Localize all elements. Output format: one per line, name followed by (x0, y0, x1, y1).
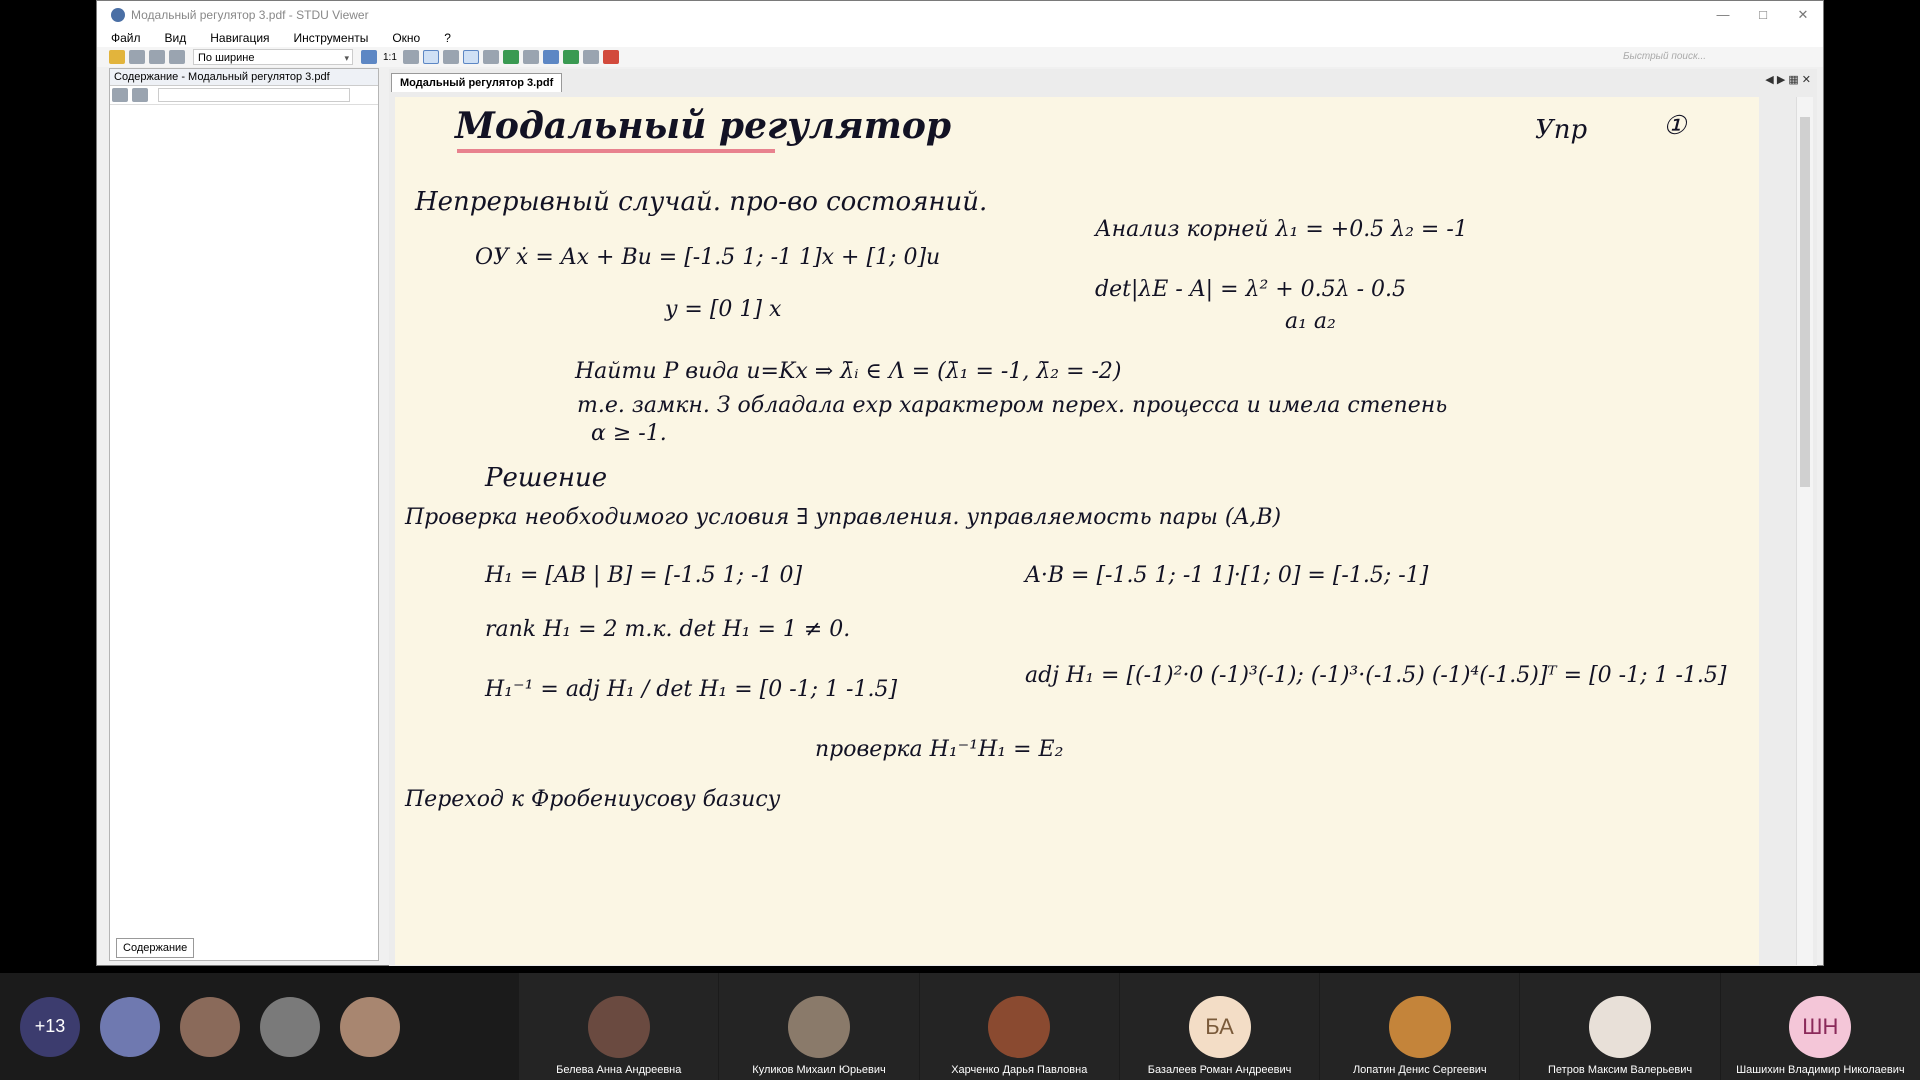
check-statement: проверка H₁⁻¹H₁ = E₂ (815, 737, 1064, 762)
bookmark-icon[interactable] (602, 50, 619, 64)
toolbar: По ширине 1:1 Быстрый поиск... (97, 47, 1823, 67)
window-title: Модальный регулятор 3.pdf - STDU Viewer (131, 7, 369, 22)
more-participants-button[interactable]: +13 (20, 996, 80, 1057)
participant-name: Лопатин Денис Сергеевич (1352, 1064, 1487, 1076)
section-1-1: Непрерывный случай. про-во состояний. (415, 187, 988, 217)
menu-tools[interactable]: Инструменты (280, 31, 379, 45)
task-statement-2: т.е. замкн. З обладала exp характером пе… (577, 393, 1448, 418)
hand-tool-icon[interactable] (462, 50, 479, 64)
characteristic-poly: det|λE - A| = λ² + 0.5λ - 0.5 (1095, 277, 1407, 302)
video-call-strip: +13 Белева Анна Андреевна Куликов Михаил… (0, 973, 1920, 1080)
step-1-heading: Проверка необходимого условия ∃ управлен… (405, 505, 1282, 530)
document-nav[interactable]: ◀ ▶ ▦ ✕ (1765, 73, 1811, 86)
contents-panel: Содержание - Модальный регулятор 3.pdf С… (109, 68, 379, 961)
task-statement-3: α ≥ -1. (591, 421, 667, 446)
open-folder-icon[interactable] (109, 50, 125, 64)
select-text-icon[interactable] (482, 50, 499, 64)
participant-name: Базалеев Роман Андреевич (1147, 1064, 1292, 1076)
menu-file[interactable]: Файл (97, 31, 151, 45)
app-icon (111, 7, 125, 22)
title-bar: Модальный регулятор 3.pdf - STDU Viewer … (97, 1, 1823, 28)
page-number: ① (1663, 111, 1687, 141)
participant-name: Куликов Михаил Юрьевич (752, 1064, 886, 1076)
page-prev-icon[interactable] (149, 50, 165, 64)
document-tab[interactable]: Модальный регулятор 3.pdf (391, 73, 563, 92)
find-icon[interactable] (542, 50, 559, 64)
quick-search-input[interactable]: Быстрый поиск... (1619, 49, 1763, 65)
avatar (788, 995, 850, 1058)
menu-bar: Файл Вид Навигация Инструменты Окно ? (97, 28, 1823, 47)
rotate-icon[interactable] (522, 50, 539, 64)
step-2-heading: Переход к Фробениусову базису (405, 787, 781, 812)
ab-product: A·B = [-1.5 1; -1 1]·[1; 0] = [-1.5; -1] (1025, 563, 1429, 588)
expand-icon[interactable] (112, 88, 128, 102)
desktop: Модальный регулятор 3.pdf - STDU Viewer … (0, 0, 1920, 1080)
vertical-scrollbar[interactable] (1796, 97, 1813, 965)
stdu-viewer-window: Модальный регулятор 3.pdf - STDU Viewer … (96, 0, 1824, 966)
menu-view[interactable]: Вид (151, 31, 197, 45)
minimize-icon[interactable]: — (1703, 1, 1743, 28)
maximize-icon[interactable]: □ (1743, 1, 1783, 28)
tab-contents[interactable]: Содержание (116, 938, 195, 958)
avatar-initials: ШН (1789, 995, 1852, 1058)
inverse-matrix: H₁⁻¹ = adj H₁ / det H₁ = [0 -1; 1 -1.5] (485, 677, 898, 702)
pdf-page[interactable]: Модальный регулятор Упр ① Непрерывный сл… (395, 97, 1759, 965)
back-icon[interactable] (562, 50, 579, 64)
copy-icon[interactable] (582, 50, 599, 64)
solution-heading: Решение (485, 463, 608, 493)
print-icon[interactable] (129, 50, 145, 64)
small-avatars: +13 (0, 973, 518, 1080)
menu-navigation[interactable]: Навигация (196, 31, 279, 45)
task-statement: Найти P вида u=Kx ⇒ λ̄ᵢ ∈ Λ = (λ̄₁ = -1,… (575, 359, 1122, 384)
zoom-mode-select[interactable]: По ширине (193, 49, 353, 66)
contents-header: Содержание - Модальный регулятор 3.pdf (110, 69, 378, 86)
menu-help[interactable]: ? (430, 31, 461, 45)
participant-tile[interactable]: ШН Шашихин Владимир Николаевич (1720, 973, 1920, 1080)
title-underline (457, 149, 775, 153)
participant-tile[interactable]: БА Базалеев Роман Андреевич (1119, 973, 1320, 1080)
poly-coeffs: a₁ a₂ (1285, 309, 1336, 334)
corner-note: Упр (1535, 115, 1588, 145)
participant-avatar[interactable] (180, 996, 240, 1057)
roots-analysis: Анализ корней λ₁ = +0.5 λ₂ = -1 (1095, 217, 1468, 242)
snapshot-icon[interactable] (502, 50, 519, 64)
close-icon[interactable]: ✕ (1783, 1, 1823, 28)
output-equation: y = [0 1] x (665, 297, 782, 322)
participant-name: Петров Максим Валерьевич (1548, 1064, 1693, 1076)
fit-page-icon[interactable] (402, 50, 419, 64)
rank-statement: rank H₁ = 2 т.к. det H₁ = 1 ≠ 0. (485, 617, 851, 642)
participant-name: Шашихин Владимир Николаевич (1736, 1064, 1905, 1076)
avatar (1589, 995, 1652, 1058)
scroll-thumb[interactable] (1800, 117, 1810, 487)
fit-height-icon[interactable] (442, 50, 459, 64)
avatar-initials: БА (1188, 995, 1251, 1058)
participant-name: Белева Анна Андреевна (556, 1064, 682, 1076)
page-title: Модальный регулятор (455, 105, 952, 147)
avatar (587, 995, 650, 1058)
contents-toolbar (110, 86, 378, 105)
participant-avatar[interactable] (260, 996, 320, 1057)
avatar (1388, 995, 1451, 1058)
participant-tile[interactable]: Харченко Дарья Павловна (919, 973, 1119, 1080)
avatar (988, 995, 1051, 1058)
participant-name: Харченко Дарья Павловна (951, 1064, 1088, 1076)
participant-avatar[interactable] (100, 996, 160, 1057)
participant-tile[interactable]: Куликов Михаил Юрьевич (719, 973, 919, 1080)
adjugate-matrix: adj H₁ = [(-1)²·0 (-1)³(-1); (-1)³·(-1.5… (1025, 663, 1727, 688)
fit-width-icon[interactable] (422, 50, 439, 64)
controllability-matrix: H₁ = [AB | B] = [-1.5 1; -1 0] (485, 563, 803, 588)
participant-tile[interactable]: Лопатин Денис Сергеевич (1320, 973, 1520, 1080)
actual-size-button[interactable]: 1:1 (383, 52, 397, 63)
participant-tile[interactable]: Белева Анна Андреевна (519, 973, 719, 1080)
contents-filter-input[interactable] (158, 88, 350, 102)
collapse-icon[interactable] (132, 88, 148, 102)
page-next-icon[interactable] (169, 50, 185, 64)
document-area: Модальный регулятор 3.pdf ◀ ▶ ▦ ✕ Модаль… (389, 69, 1817, 966)
participant-tile[interactable]: Петров Максим Валерьевич (1520, 973, 1720, 1080)
menu-window[interactable]: Окно (378, 31, 430, 45)
zoom-in-icon[interactable] (361, 50, 377, 64)
plant-equation: ОУ ẋ = Ax + Bu = [-1.5 1; -1 1]x + [1; 0… (475, 245, 941, 270)
participant-avatar[interactable] (340, 996, 400, 1057)
